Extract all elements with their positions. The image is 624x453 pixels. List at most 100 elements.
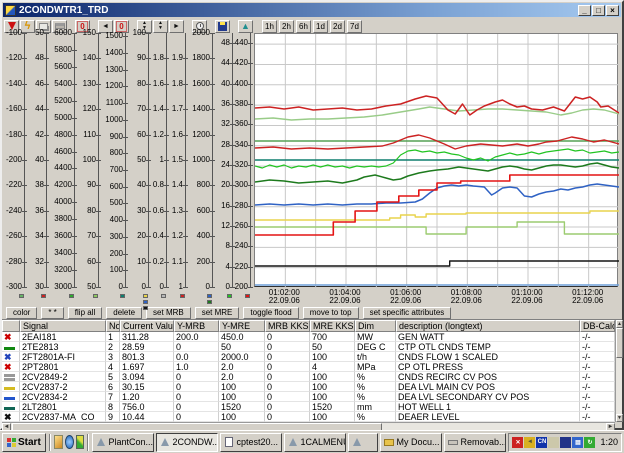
task-button-app-4[interactable] [348, 433, 378, 452]
tray-icon-alert[interactable]: ✕ [512, 437, 523, 448]
taskbar-divider-2 [87, 434, 89, 451]
quick-launch-icon-2[interactable] [65, 435, 74, 449]
axis-color-square[interactable] [207, 294, 212, 298]
scroll-down-icon[interactable]: ▼ [616, 414, 623, 422]
time-range-button-1d[interactable]: 1d [313, 20, 328, 33]
lightning-icon: ϟ [25, 21, 31, 31]
action-button-color[interactable]: color [6, 307, 37, 319]
minimize-button[interactable]: _ [578, 5, 591, 16]
axis-tick-label: 5600 [54, 63, 72, 71]
lightning-button[interactable]: ϟ [20, 20, 35, 33]
action-button----[interactable]: * * [41, 307, 63, 319]
signal-style-x-icon: ✖ [4, 332, 12, 342]
table-row-2EAI181[interactable]: ✖2EAI1811311.28200.0450.00700MWGEN WATT-… [2, 332, 615, 342]
export-button[interactable]: ▲ [238, 20, 253, 33]
maximize-button[interactable]: □ [592, 5, 605, 16]
axis-color-square[interactable] [19, 294, 24, 298]
arrow-right-icon: ► [173, 23, 180, 30]
axis-tick-label: 60 [137, 131, 146, 139]
time-range-button-7d[interactable]: 7d [347, 20, 362, 33]
quick-launch-icon-3[interactable] [76, 435, 85, 449]
save-button[interactable] [215, 20, 230, 33]
tray-icon-language[interactable]: CN [536, 437, 547, 448]
axis-tick-label: 1400 [192, 105, 210, 113]
axis-tick-label: -180 [6, 131, 22, 139]
axis-tick-label: 1.4 [153, 105, 164, 113]
title-bar[interactable]: 2CONDWTR1_TRD _ □ × [3, 3, 621, 17]
windows-logo-icon [7, 438, 16, 447]
axis-tick-label: 34 [35, 232, 44, 240]
axis-tick-label: 46 [35, 80, 44, 88]
task-button-1CALMENU[interactable]: 1CALMENU [284, 433, 346, 452]
time-axis: 01:02:0022.09.0601:04:0022.09.0601:06:00… [254, 287, 618, 306]
axis-color-square[interactable] [143, 294, 148, 298]
axis-color-square[interactable] [41, 294, 46, 298]
action-button-flip-all[interactable]: flip all [68, 307, 102, 319]
task-button-Removab...[interactable]: Removab... [444, 433, 506, 452]
axis-tick-label: 1.2 [153, 131, 164, 139]
time-range-button-1h[interactable]: 1h [262, 20, 277, 33]
trend-plot[interactable] [254, 33, 618, 287]
scroll-up-icon[interactable]: ▲ [616, 320, 623, 328]
vscroll-thumb[interactable] [616, 328, 623, 358]
table-row-2CV2849-2[interactable]: 2CV2849-253.09402.00100%CNDS RECIRC CV P… [2, 372, 615, 382]
axis-tick-label: 3000 [54, 283, 72, 291]
tray-icon-5[interactable] [560, 437, 571, 448]
table-row-2PT2801[interactable]: ✖2PT280141.6971.02.004MPaCP OTL PRESS-/- [2, 362, 615, 372]
action-button-set-mrb[interactable]: set MRB [146, 307, 191, 319]
table-row-2CV2834-2[interactable]: 2CV2834-271.2001000100%DEA LVL SECONDARY… [2, 392, 615, 402]
table-row-2LT2801[interactable]: 2LT28018756.00152001520mmHOT WELL 1-/- [2, 402, 615, 412]
table-row-2TE2813[interactable]: 2TE2813228.59050050DEG CCTP OTL CNDS TEM… [2, 342, 615, 352]
axis-tick-label: 40 [35, 156, 44, 164]
task-button-PlantCon...[interactable]: PlantCon... [92, 433, 154, 452]
axis-color-square[interactable] [227, 294, 232, 298]
time-range-button-6h[interactable]: 6h [296, 20, 311, 33]
table-row-2FT2801A-FI[interactable]: ✖2FT2801A-FI3801.30.02000.00100t/hCNDS F… [2, 352, 615, 362]
axis-color-square[interactable] [180, 294, 185, 298]
close-button[interactable]: × [606, 5, 619, 16]
column-header-MRE KKS: MRE KKS [310, 320, 355, 332]
axis-tick-label: 30 [137, 207, 146, 215]
axis-tick-label: 5800 [54, 46, 72, 54]
axis-color-square[interactable] [143, 300, 148, 304]
action-button-set-specific-attributes[interactable]: set specific attributes [363, 307, 452, 319]
axis-color-square[interactable] [69, 294, 74, 298]
action-button-delete[interactable]: delete [106, 307, 142, 319]
axis-color-square[interactable] [93, 294, 98, 298]
axis-color-square[interactable] [245, 294, 250, 298]
time-axis-label: 01:10:0022.09.06 [511, 289, 542, 305]
up-arrow-icon: ▲ [241, 22, 250, 31]
table-row-2CV2837-2[interactable]: 2CV2837-2630.1501000100%DEA LVL MAIN CV … [2, 382, 615, 392]
task-button-label: cptest20... [236, 437, 278, 447]
axis-color-square[interactable] [120, 294, 125, 298]
axis-tick-label: 3600 [54, 232, 72, 240]
action-button-set-mre[interactable]: set MRE [195, 307, 240, 319]
table-row-2CV2837-MA_CO[interactable]: ✖2CV2837-MA_CO910.4401000100%DEAER LEVEL… [2, 412, 615, 422]
axis-tick-label: 320 [235, 161, 248, 169]
axis-color-square[interactable] [143, 306, 148, 310]
action-button-toggle-flood[interactable]: toggle flood [243, 307, 298, 319]
time-range-button-2h[interactable]: 2h [279, 20, 294, 33]
task-button-My Docu...[interactable]: My Docu... [380, 433, 442, 452]
y-axis-9: 2000180016001400120010008006004002000 [189, 33, 216, 306]
tray-icon-4[interactable] [548, 437, 559, 448]
start-button[interactable]: Start [2, 433, 46, 452]
axis-color-square[interactable] [207, 300, 212, 304]
task-button-2CONDW...[interactable]: 2CONDW... [156, 433, 218, 452]
axis-tick-label: 50 [137, 156, 146, 164]
quick-launch-icon-1[interactable] [54, 435, 63, 449]
vertical-scrollbar[interactable]: ▲ ▼ [615, 320, 622, 422]
axis-color-square[interactable] [161, 294, 166, 298]
spinner-right[interactable]: ▲▼ [153, 20, 168, 33]
axis-tick-label: 280 [235, 202, 248, 210]
task-button-label: PlantCon... [108, 437, 153, 447]
tray-icon-volume[interactable]: ◄ [524, 437, 535, 448]
time-range-button-2d[interactable]: 2d [330, 20, 345, 33]
signal-style-x-icon: ✖ [4, 362, 12, 372]
axis-tick-label: 1200 [192, 131, 210, 139]
scroll-right-button[interactable]: ► [169, 20, 184, 33]
tray-icon-sync[interactable]: ↻ [584, 437, 595, 448]
action-button-move-to-top[interactable]: move to top [303, 307, 359, 319]
task-button-cptest20...[interactable]: cptest20... [220, 433, 282, 452]
tray-icon-network[interactable]: ▤ [572, 437, 583, 448]
